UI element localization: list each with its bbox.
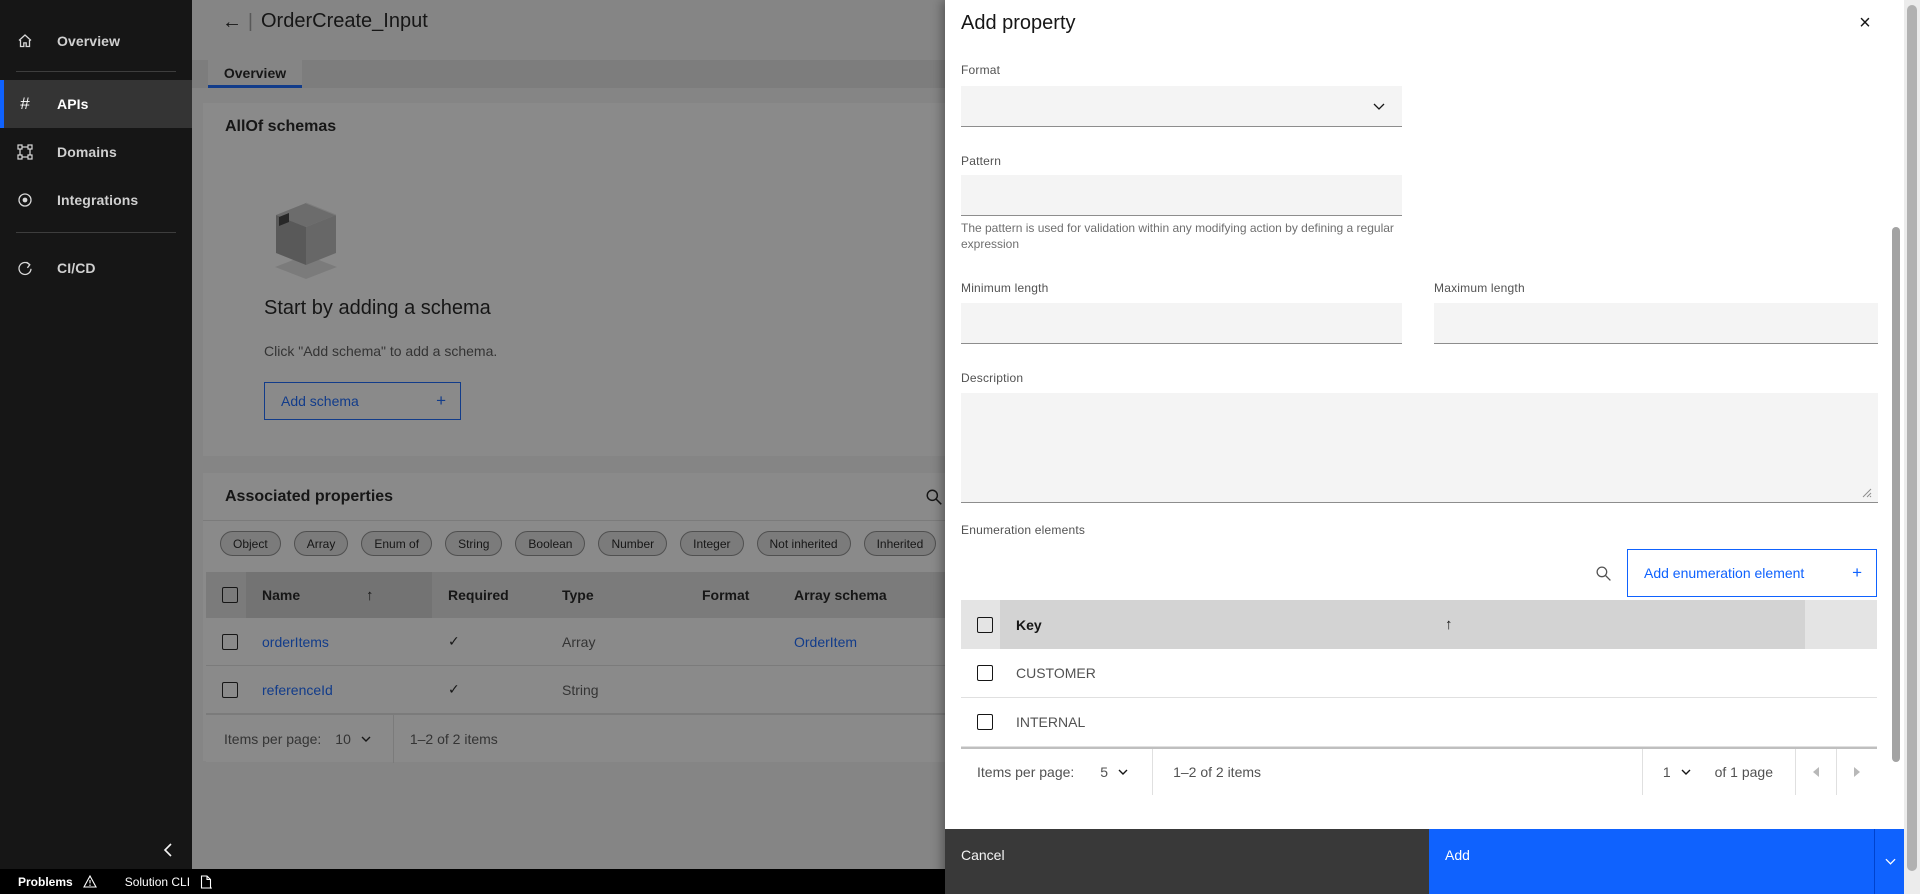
search-icon bbox=[1595, 565, 1611, 581]
statusbar-problems[interactable]: Problems bbox=[18, 875, 97, 889]
pagination-divider bbox=[1152, 749, 1154, 795]
enum-search-button[interactable] bbox=[1579, 549, 1627, 597]
enum-row-customer: CUSTOMER bbox=[961, 649, 1877, 698]
enumeration-elements-label: Enumeration elements bbox=[961, 523, 1086, 537]
plus-icon: + bbox=[1852, 563, 1862, 582]
caret-left-icon bbox=[1813, 767, 1819, 777]
page-count-label: of 1 page bbox=[1714, 764, 1773, 780]
pagination-divider bbox=[1641, 749, 1643, 795]
next-page-button[interactable] bbox=[1837, 749, 1877, 795]
row-checkbox[interactable] bbox=[977, 714, 993, 730]
add-split-menu-button[interactable] bbox=[1874, 829, 1905, 894]
description-textarea[interactable] bbox=[961, 393, 1878, 503]
window-scrollbar[interactable] bbox=[1904, 0, 1920, 894]
add-enumeration-element-button[interactable]: Add enumeration element + bbox=[1627, 549, 1877, 597]
add-button[interactable]: Add bbox=[1429, 829, 1874, 894]
select-all-checkbox[interactable] bbox=[977, 616, 993, 633]
chevron-left-icon bbox=[163, 843, 172, 857]
chevron-down-icon bbox=[1373, 103, 1385, 110]
sidebar-collapse-button[interactable] bbox=[152, 834, 184, 866]
format-label: Format bbox=[961, 63, 1001, 77]
maximum-length-input[interactable] bbox=[1434, 303, 1878, 344]
sidebar-item-cicd[interactable]: CI/CD bbox=[0, 244, 192, 292]
file-icon bbox=[200, 874, 212, 889]
description-label: Description bbox=[961, 371, 1024, 385]
enum-page-size-select[interactable]: 5 bbox=[1100, 764, 1128, 780]
row-checkbox[interactable] bbox=[977, 665, 993, 681]
resize-handle-icon[interactable] bbox=[1861, 487, 1872, 498]
column-header-key[interactable]: Key ↑ bbox=[1000, 600, 1805, 649]
caret-right-icon bbox=[1854, 767, 1860, 777]
page-number-select[interactable]: 1 bbox=[1663, 764, 1691, 780]
chevron-down-icon bbox=[1884, 858, 1896, 865]
sidebar-divider bbox=[16, 71, 176, 72]
enumeration-table: Key ↑ CUSTOMER INTERNAL bbox=[961, 600, 1877, 747]
pagination-range: 1–2 of 2 items bbox=[1173, 764, 1262, 780]
pattern-label: Pattern bbox=[961, 154, 1002, 168]
app-root: ← | OrderCreate_Input Overview AllOf sch… bbox=[0, 0, 1920, 894]
pattern-helper-text: The pattern is used for validation withi… bbox=[961, 221, 1394, 252]
warning-icon bbox=[82, 875, 97, 888]
domains-icon bbox=[17, 144, 33, 160]
format-select[interactable] bbox=[961, 86, 1402, 127]
enum-row-internal: INTERNAL bbox=[961, 698, 1877, 747]
minimum-length-label: Minimum length bbox=[961, 281, 1049, 295]
sidebar-item-domains[interactable]: Domains bbox=[0, 128, 192, 176]
sidebar-item-overview[interactable]: Overview bbox=[0, 17, 192, 65]
sidebar: Overview # APIs Domains Integrations CI/… bbox=[0, 0, 192, 869]
chevron-down-icon bbox=[1118, 769, 1128, 775]
modal-title: Add property bbox=[961, 12, 1076, 34]
sidebar-item-apis[interactable]: # APIs bbox=[0, 80, 192, 128]
modal-footer: Cancel Add bbox=[945, 829, 1920, 894]
cicd-icon bbox=[17, 260, 33, 276]
add-property-modal: Add property × Format Pattern The patter… bbox=[945, 0, 1920, 894]
modal-scrollbar-thumb[interactable] bbox=[1892, 227, 1900, 762]
minimum-length-input[interactable] bbox=[961, 303, 1402, 344]
sidebar-item-integrations[interactable]: Integrations bbox=[0, 176, 192, 224]
maximum-length-label: Maximum length bbox=[1434, 281, 1525, 295]
previous-page-button[interactable] bbox=[1796, 749, 1836, 795]
cancel-button[interactable]: Cancel bbox=[945, 829, 1429, 894]
chevron-down-icon bbox=[1681, 769, 1691, 775]
pattern-input[interactable] bbox=[961, 175, 1402, 216]
hash-icon: # bbox=[20, 94, 30, 113]
integrations-icon bbox=[17, 192, 33, 208]
window-scrollbar-thumb[interactable] bbox=[1907, 5, 1917, 871]
enumeration-table-header: Key ↑ bbox=[961, 600, 1877, 649]
sidebar-divider bbox=[16, 232, 176, 233]
close-icon[interactable]: × bbox=[1848, 6, 1882, 40]
home-icon bbox=[17, 33, 33, 49]
modal-scrim bbox=[192, 0, 945, 869]
enumeration-pagination: Items per page: 5 1–2 of 2 items 1 of 1 … bbox=[961, 747, 1877, 795]
sort-arrow-icon: ↑ bbox=[1445, 616, 1453, 633]
statusbar-solution-cli[interactable]: Solution CLI bbox=[125, 875, 212, 889]
